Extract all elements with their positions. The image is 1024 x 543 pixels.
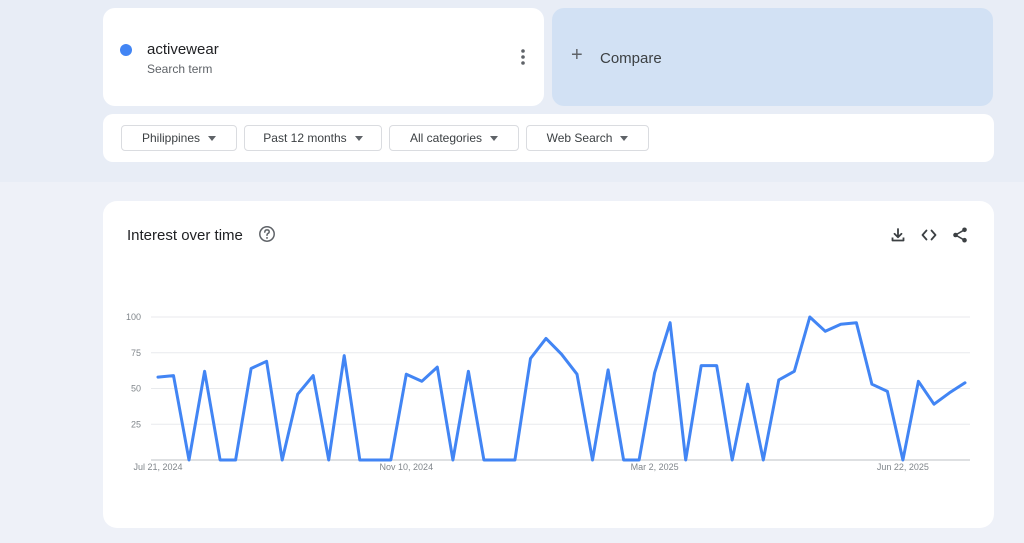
- data-point[interactable]: [962, 380, 968, 386]
- data-point[interactable]: [652, 370, 658, 376]
- caret-down-icon: [620, 135, 629, 141]
- region-filter[interactable]: Philippines: [121, 125, 237, 151]
- data-point[interactable]: [279, 457, 285, 463]
- compare-label: Compare: [600, 50, 662, 67]
- data-point[interactable]: [931, 401, 937, 407]
- y-tick-label: 50: [131, 384, 141, 394]
- data-point[interactable]: [326, 457, 332, 463]
- data-point[interactable]: [729, 457, 735, 463]
- data-point[interactable]: [822, 328, 828, 334]
- data-point[interactable]: [884, 388, 890, 394]
- data-point[interactable]: [760, 457, 766, 463]
- search-term-card[interactable]: activewear Search term: [103, 8, 544, 106]
- data-point[interactable]: [248, 365, 254, 371]
- line-chart: 25 50 75 100 Jul 21, 2024 Nov 10, 2024 Mar 2, …: [126, 312, 970, 472]
- data-point[interactable]: [341, 353, 347, 359]
- data-point[interactable]: [372, 457, 378, 463]
- search-term-subtitle: Search term: [147, 62, 213, 76]
- data-point[interactable]: [450, 457, 456, 463]
- data-point[interactable]: [310, 373, 316, 379]
- data-point[interactable]: [202, 368, 208, 374]
- data-point[interactable]: [621, 457, 627, 463]
- data-point[interactable]: [807, 314, 813, 320]
- data-point[interactable]: [559, 351, 565, 357]
- data-point[interactable]: [590, 457, 596, 463]
- data-point[interactable]: [264, 358, 270, 364]
- more-options-icon[interactable]: [513, 46, 533, 68]
- x-tick-label: Jun 22, 2025: [877, 462, 929, 472]
- x-tick-label: Mar 2, 2025: [631, 462, 679, 472]
- data-point[interactable]: [946, 390, 952, 396]
- caret-down-icon: [490, 135, 499, 141]
- data-point[interactable]: [155, 374, 161, 380]
- data-point[interactable]: [496, 457, 502, 463]
- interest-over-time-card: Interest over time 25 50 75 100 Jul 21, 2024…: [103, 201, 994, 528]
- series-color-dot: [120, 44, 132, 56]
- data-point[interactable]: [217, 457, 223, 463]
- data-point[interactable]: [481, 457, 487, 463]
- data-point[interactable]: [605, 367, 611, 373]
- data-point[interactable]: [403, 371, 409, 377]
- time-filter-label: Past 12 months: [263, 131, 347, 145]
- data-point[interactable]: [233, 457, 239, 463]
- y-tick-label: 100: [126, 312, 141, 322]
- data-point[interactable]: [465, 368, 471, 374]
- data-point[interactable]: [869, 381, 875, 387]
- plus-icon: +: [571, 44, 583, 66]
- data-point[interactable]: [419, 378, 425, 384]
- data-point[interactable]: [853, 320, 859, 326]
- search-property-label: Web Search: [546, 131, 613, 145]
- data-point[interactable]: [171, 373, 177, 379]
- y-tick-label: 75: [131, 348, 141, 358]
- x-tick-label: Nov 10, 2024: [380, 462, 434, 472]
- data-point[interactable]: [295, 391, 301, 397]
- data-point[interactable]: [667, 320, 673, 326]
- data-point[interactable]: [636, 457, 642, 463]
- data-point[interactable]: [838, 321, 844, 327]
- y-tick-label: 25: [131, 419, 141, 429]
- data-point[interactable]: [745, 381, 751, 387]
- data-point[interactable]: [543, 335, 549, 341]
- category-filter[interactable]: All categories: [389, 125, 519, 151]
- filter-bar: Philippines Past 12 months All categorie…: [103, 114, 994, 162]
- region-filter-label: Philippines: [141, 131, 201, 145]
- compare-button[interactable]: + Compare: [552, 8, 993, 106]
- caret-down-icon: [208, 135, 217, 141]
- data-point[interactable]: [900, 457, 906, 463]
- data-point[interactable]: [683, 457, 689, 463]
- data-point[interactable]: [512, 457, 518, 463]
- caret-down-icon: [354, 135, 363, 141]
- time-filter[interactable]: Past 12 months: [244, 125, 382, 151]
- x-tick-label: Jul 21, 2024: [133, 462, 182, 472]
- data-point[interactable]: [186, 457, 192, 463]
- data-point[interactable]: [357, 457, 363, 463]
- search-property-filter[interactable]: Web Search: [526, 125, 649, 151]
- data-point[interactable]: [527, 355, 533, 361]
- data-point[interactable]: [714, 363, 720, 369]
- data-point[interactable]: [776, 377, 782, 383]
- search-term-name: activewear: [147, 41, 219, 58]
- category-filter-label: All categories: [409, 131, 483, 145]
- data-point[interactable]: [698, 363, 704, 369]
- data-point[interactable]: [574, 371, 580, 377]
- data-point[interactable]: [915, 378, 921, 384]
- data-point[interactable]: [388, 457, 394, 463]
- data-point[interactable]: [791, 368, 797, 374]
- data-point[interactable]: [434, 364, 440, 370]
